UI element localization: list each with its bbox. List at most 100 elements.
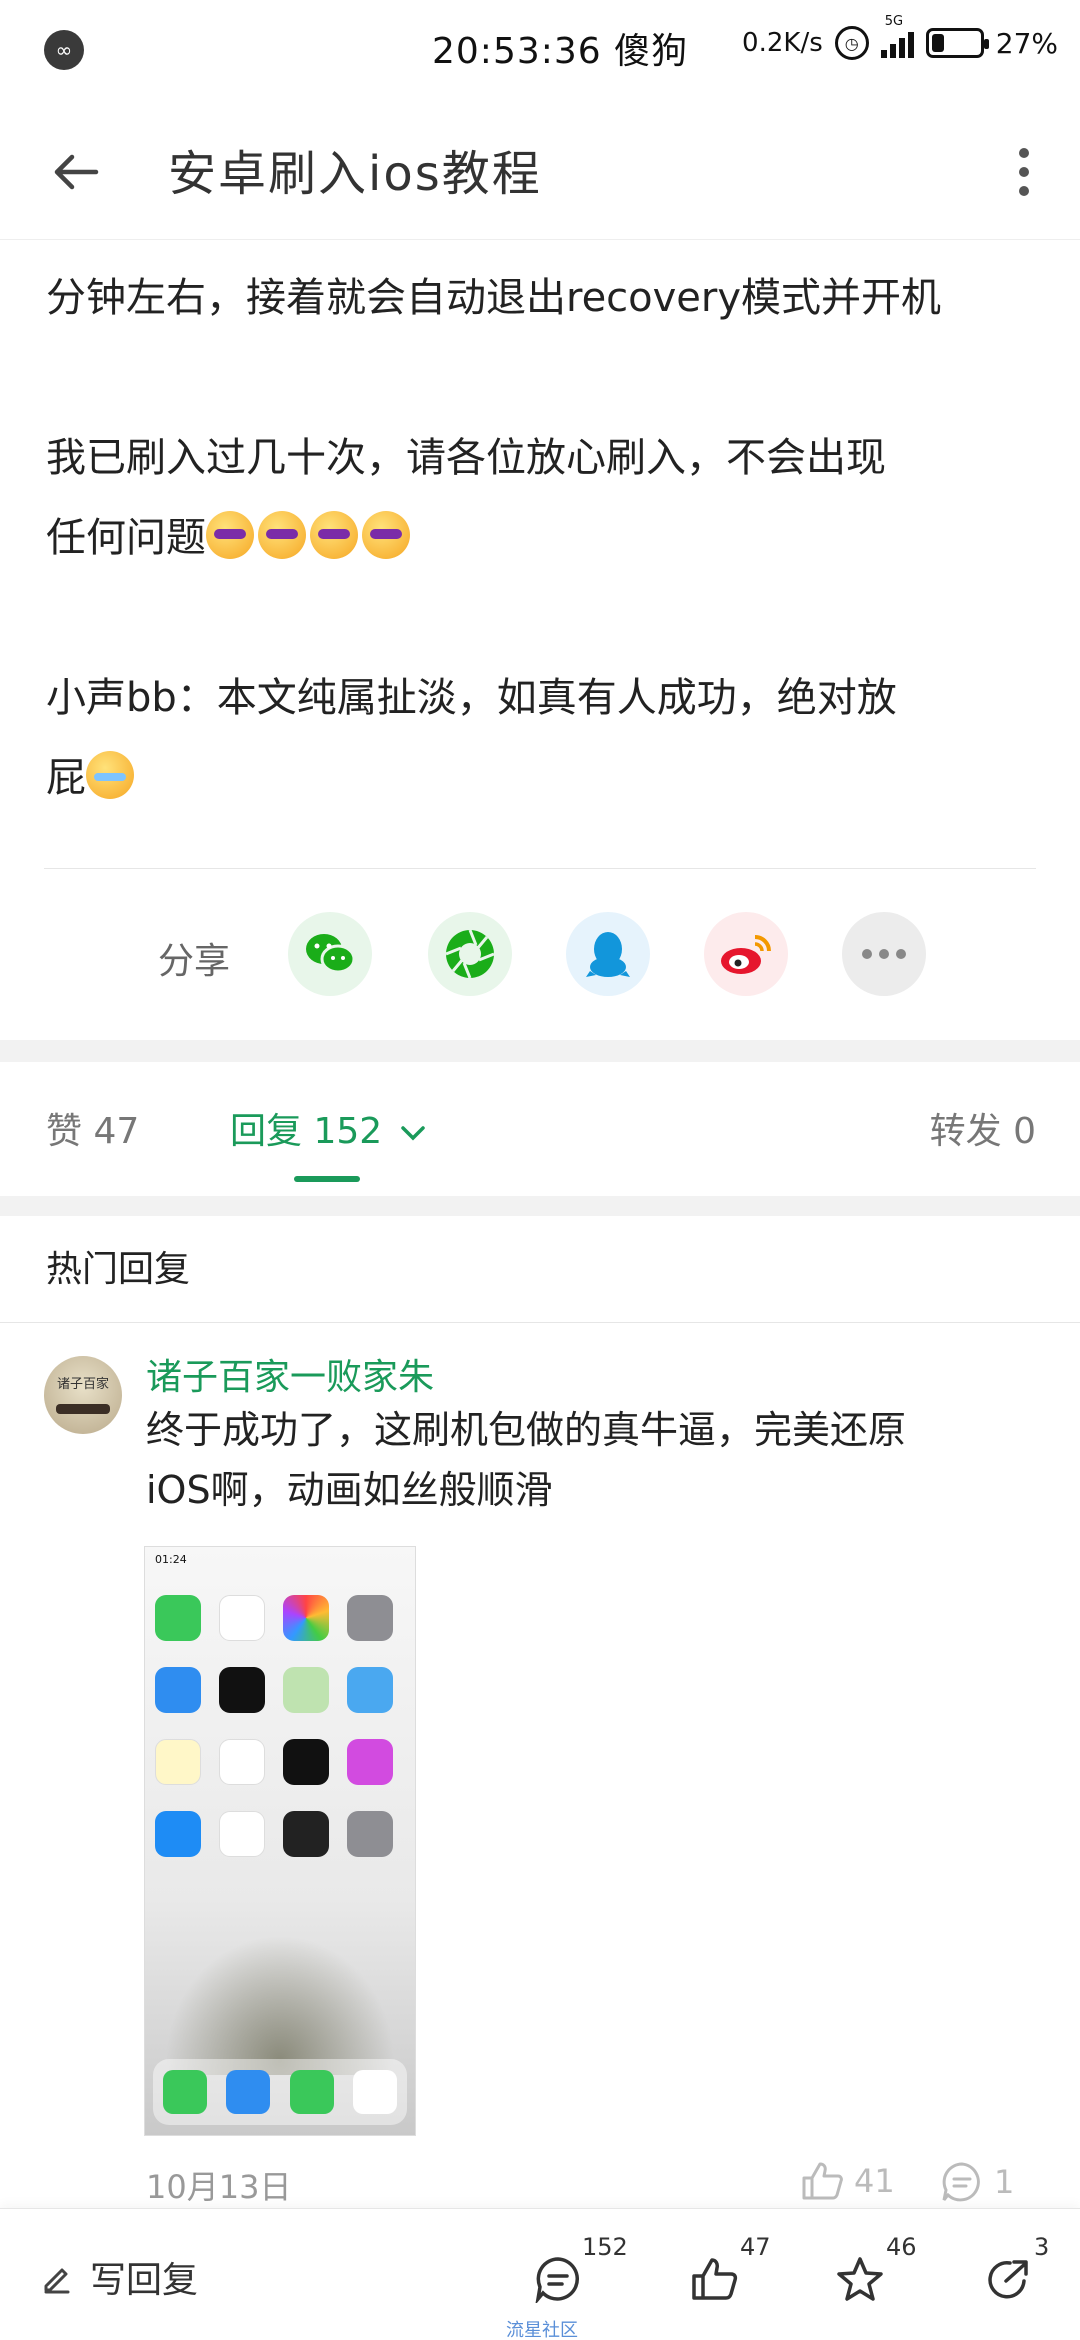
comment-reply-button[interactable]: 1 xyxy=(940,2160,1014,2204)
tab-replies-label: 回复 152 xyxy=(230,1111,383,1152)
tab-forwards[interactable]: 转发 0 xyxy=(930,1102,1036,1154)
watermark: 流星社区 xyxy=(506,2320,578,2340)
comment-like-button[interactable]: 41 xyxy=(800,2160,895,2202)
share-weibo-button[interactable] xyxy=(704,912,788,996)
share-wechat-button[interactable] xyxy=(288,912,372,996)
calendar-icon xyxy=(219,1595,265,1641)
likes-count: 47 xyxy=(740,2233,771,2261)
share-button[interactable] xyxy=(978,2249,1038,2309)
mail-icon xyxy=(155,1667,201,1713)
music-icon xyxy=(353,2070,398,2114)
tab-replies[interactable]: 回复 152 xyxy=(230,1102,426,1154)
network-type: 5G xyxy=(884,14,904,29)
share-row: 分享 xyxy=(0,910,1080,1000)
messages-icon xyxy=(289,2070,334,2114)
status-bar: ∞ 20:53:36 傻狗 0.2K/s ◷ 5G 27% xyxy=(0,0,1080,100)
comment-username[interactable]: 诸子百家一败家朱 xyxy=(146,1348,434,1400)
divider xyxy=(0,1322,1080,1323)
favorites-count: 46 xyxy=(886,2233,917,2261)
write-reply-button[interactable]: 写回复 xyxy=(40,2251,198,2303)
comment-icon xyxy=(535,2257,579,2303)
active-tab-indicator xyxy=(294,1176,360,1182)
dot-icon xyxy=(1019,186,1029,196)
weibo-icon xyxy=(721,935,771,974)
facetime-icon xyxy=(155,1595,201,1641)
qq-icon xyxy=(586,932,630,977)
section-separator xyxy=(0,1040,1080,1062)
interaction-tabs: 赞 47 回复 152 转发 0 xyxy=(0,1060,1080,1195)
weather-icon xyxy=(347,1667,393,1713)
article-body: 分钟左右，接着就会自动退出recovery模式并开机 我已刷入过几十次，请各位放… xyxy=(46,258,1046,818)
avatar[interactable]: 诸子百家 xyxy=(44,1356,122,1434)
comment-text-line: iOS啊，动画如丝般顺滑 xyxy=(146,1468,553,1512)
page-title: 安卓刷入ios教程 xyxy=(168,146,542,202)
wallpaper-creature xyxy=(165,1935,395,2075)
health-icon xyxy=(219,1811,265,1857)
app-store-icon xyxy=(155,1811,201,1857)
chevron-down-icon xyxy=(400,1126,425,1141)
hot-replies-title: 热门回复 xyxy=(46,1249,191,1290)
net-speed: 0.2K/s xyxy=(742,28,823,58)
sunglasses-emoji-icon xyxy=(206,511,254,559)
share-moments-button[interactable] xyxy=(428,912,512,996)
appletv-icon xyxy=(283,1739,329,1785)
clock-icon xyxy=(219,1667,265,1713)
more-icon xyxy=(862,949,906,959)
more-menu-button[interactable] xyxy=(1004,140,1044,204)
share-arrow-icon xyxy=(988,2260,1028,2299)
article-line-with-emoji: 屁 xyxy=(46,738,1046,818)
article-text: 屁 xyxy=(46,755,86,801)
tab-likes[interactable]: 赞 47 xyxy=(46,1102,139,1154)
itunes-store-icon xyxy=(347,1739,393,1785)
notes-icon xyxy=(155,1739,201,1785)
article-line: 分钟左右，接着就会自动退出recovery模式并开机 xyxy=(46,275,942,321)
alarm-icon: ◷ xyxy=(834,26,869,60)
comments-count: 152 xyxy=(582,2233,628,2261)
settings-icon xyxy=(347,1811,393,1857)
sunglasses-emoji-icon xyxy=(258,511,306,559)
maps-icon xyxy=(283,1667,329,1713)
favorite-button[interactable] xyxy=(830,2249,890,2309)
comment-text-line: 终于成功了，这刷机包做的真牛逼，完美还原 xyxy=(146,1408,907,1452)
thumbs-up-icon xyxy=(802,2162,843,2200)
article-line-with-emoji: 任何问题 xyxy=(46,498,1046,578)
comment-date: 10月13日 xyxy=(146,2168,292,2206)
dot-icon xyxy=(1019,167,1029,177)
article-line: 我已刷入过几十次，请各位放心刷入，不会出现 xyxy=(46,435,886,481)
comments-button[interactable] xyxy=(528,2249,588,2309)
article-line: 小声bb：本文纯属扯淡，如真有人成功，绝对放 xyxy=(46,675,897,721)
moments-icon xyxy=(445,929,495,979)
shares-count: 3 xyxy=(1034,2233,1050,2261)
share-more-button[interactable] xyxy=(842,912,926,996)
share-label: 分享 xyxy=(158,941,231,982)
svg-text:诸子百家: 诸子百家 xyxy=(57,1376,109,1392)
comment-reply-count: 1 xyxy=(994,2163,1015,2201)
comment-icon xyxy=(942,2162,980,2202)
camera-icon xyxy=(347,1595,393,1641)
back-button[interactable] xyxy=(44,140,108,204)
comment-image[interactable]: 01:24 xyxy=(144,1546,416,2136)
time-text: 20:53:36 xyxy=(432,31,602,72)
signal-icon: 5G xyxy=(880,14,914,58)
like-button[interactable] xyxy=(684,2249,744,2309)
wallet-icon xyxy=(283,1811,329,1857)
avatar-image-icon: 诸子百家 xyxy=(56,1376,110,1414)
star-icon xyxy=(837,2257,883,2301)
write-reply-label: 写回复 xyxy=(90,2260,199,2301)
status-right: 0.2K/s ◷ 5G 27% xyxy=(742,14,1058,60)
share-qq-button[interactable] xyxy=(566,912,650,996)
battery-icon xyxy=(925,28,989,58)
wechat-icon xyxy=(306,934,356,974)
battery-percent: 27% xyxy=(995,26,1058,60)
divider xyxy=(44,868,1036,869)
dot-icon xyxy=(1019,148,1029,158)
image-dock xyxy=(153,2059,407,2125)
laugh-cry-emoji-icon xyxy=(86,751,134,799)
photos-icon xyxy=(283,1595,329,1641)
sunglasses-emoji-icon xyxy=(310,511,358,559)
sunglasses-emoji-icon xyxy=(362,511,410,559)
status-time: 20:53:36 傻狗 xyxy=(432,22,688,74)
image-app-grid xyxy=(155,1595,405,1857)
app-notification-icon: ∞ xyxy=(44,30,84,70)
image-status-time: 01:24 xyxy=(155,1553,187,1566)
